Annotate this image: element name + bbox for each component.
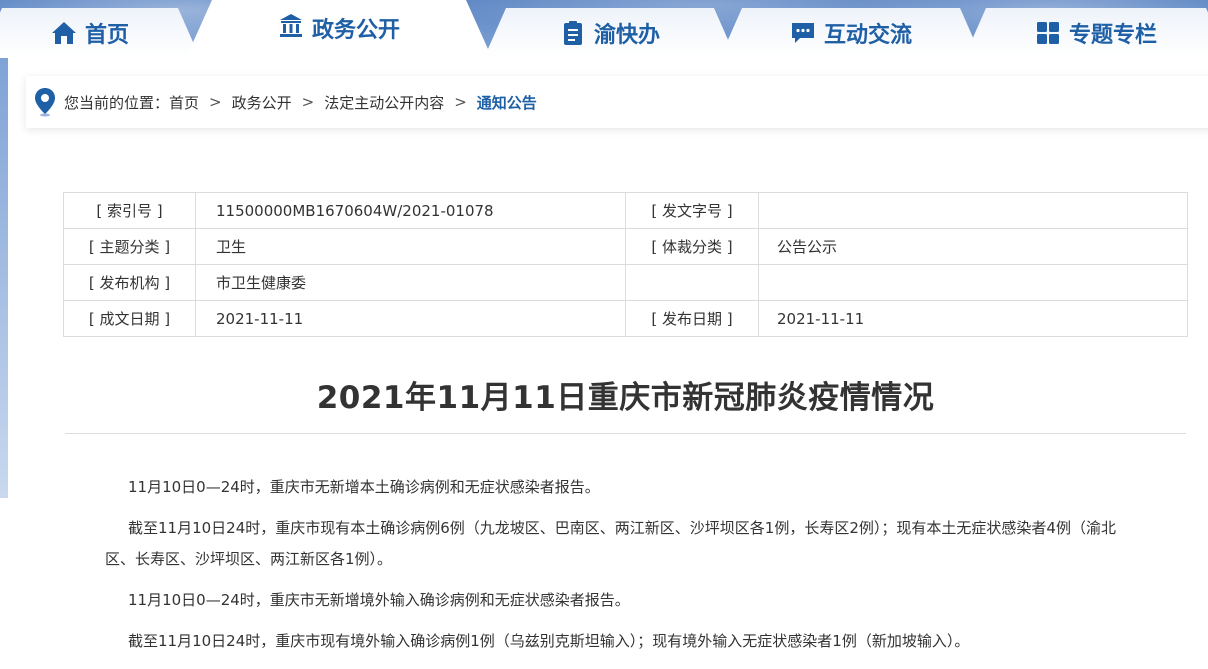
meta-value-published-date: 2021-11-11 — [758, 300, 1188, 337]
nav-label: 首页 — [84, 23, 129, 48]
table-row: [ 发布机构 ] 市卫生健康委 — [63, 264, 1188, 301]
home-icon — [51, 20, 77, 46]
location-pin-icon — [34, 87, 56, 117]
nav-tab-special-topics[interactable]: 专题专栏 — [964, 8, 1208, 58]
title-divider — [65, 433, 1186, 434]
meta-value-topic: 卫生 — [195, 228, 626, 265]
meta-empty-cell — [758, 264, 1188, 301]
breadcrumb-government-affairs-link[interactable]: 政务公开 — [232, 92, 292, 113]
meta-value-issuer: 市卫生健康委 — [195, 264, 626, 301]
table-row: [ 成文日期 ] 2021-11-11 [ 发布日期 ] 2021-11-11 — [63, 300, 1188, 337]
breadcrumb-statutory-disclosure-link[interactable]: 法定主动公开内容 — [324, 92, 444, 113]
clipboard-icon — [560, 20, 586, 46]
meta-label-doc-no: [ 发文字号 ] — [625, 192, 759, 229]
article-paragraph: 11月10日0—24时，重庆市无新增本土确诊病例和无症状感染者报告。 — [128, 478, 600, 496]
nav-tab-yukuaiban[interactable]: 渝快办 — [484, 8, 736, 58]
building-icon — [278, 12, 304, 38]
chat-icon — [790, 20, 816, 46]
nav-tab-interaction[interactable]: 互动交流 — [720, 8, 982, 58]
nav-label: 互动交流 — [823, 23, 912, 48]
document-meta-table: [ 索引号 ] 11500000MB1670604W/2021-01078 [ … — [63, 192, 1188, 337]
meta-empty-cell — [625, 264, 759, 301]
nav-tab-home[interactable]: 首页 — [0, 8, 200, 58]
nav-tab-government-affairs[interactable]: 政务公开 — [186, 0, 492, 58]
breadcrumb-current-notices[interactable]: 通知公告 — [477, 92, 537, 113]
breadcrumb-separator: > — [301, 93, 315, 111]
article-body: 11月10日0—24时，重庆市无新增本土确诊病例和无症状感染者报告。 截至11月… — [105, 472, 1145, 667]
article-paragraph: 11月10日0—24时，重庆市无新增境外输入确诊病例和无症状感染者报告。 — [128, 591, 630, 609]
breadcrumb-home-link[interactable]: 首页 — [169, 92, 199, 113]
table-row: [ 主题分类 ] 卫生 [ 体裁分类 ] 公告公示 — [63, 228, 1188, 265]
nav-label: 渝快办 — [593, 23, 660, 48]
nav-label: 政务公开 — [311, 18, 400, 43]
meta-value-genre: 公告公示 — [758, 228, 1188, 265]
meta-label-genre: [ 体裁分类 ] — [625, 228, 759, 265]
meta-label-published-date: [ 发布日期 ] — [625, 300, 759, 337]
breadcrumb: 您当前的位置： 首页 > 政务公开 > 法定主动公开内容 > 通知公告 — [26, 76, 1208, 128]
meta-label-index-no: [ 索引号 ] — [63, 192, 196, 229]
meta-label-created-date: [ 成文日期 ] — [63, 300, 196, 337]
article-paragraph: 截至11月10日24时，重庆市现有境外输入确诊病例1例（乌兹别克斯坦输入）；现有… — [128, 632, 970, 650]
article-paragraph: 截至11月10日24时，重庆市现有本土确诊病例6例（九龙坡区、巴南区、两江新区、… — [105, 519, 1116, 568]
page-side-decoration — [0, 58, 8, 498]
breadcrumb-prefix: 您当前的位置： — [64, 93, 170, 112]
meta-value-created-date: 2021-11-11 — [195, 300, 626, 337]
meta-label-issuer: [ 发布机构 ] — [63, 264, 196, 301]
grid-icon — [1035, 20, 1061, 46]
table-row: [ 索引号 ] 11500000MB1670604W/2021-01078 [ … — [63, 192, 1188, 229]
meta-value-doc-no — [758, 192, 1188, 229]
meta-value-index-no: 11500000MB1670604W/2021-01078 — [195, 192, 626, 229]
top-navigation: 首页 政务公开 渝快办 互动交流 专题专栏 — [0, 0, 1208, 58]
meta-label-topic: [ 主题分类 ] — [63, 228, 196, 265]
breadcrumb-separator: > — [454, 93, 467, 111]
nav-label: 专题专栏 — [1068, 23, 1157, 48]
article-title: 2021年11月11日重庆市新冠肺炎疫情情况 — [316, 380, 935, 416]
breadcrumb-separator: > — [209, 93, 222, 111]
